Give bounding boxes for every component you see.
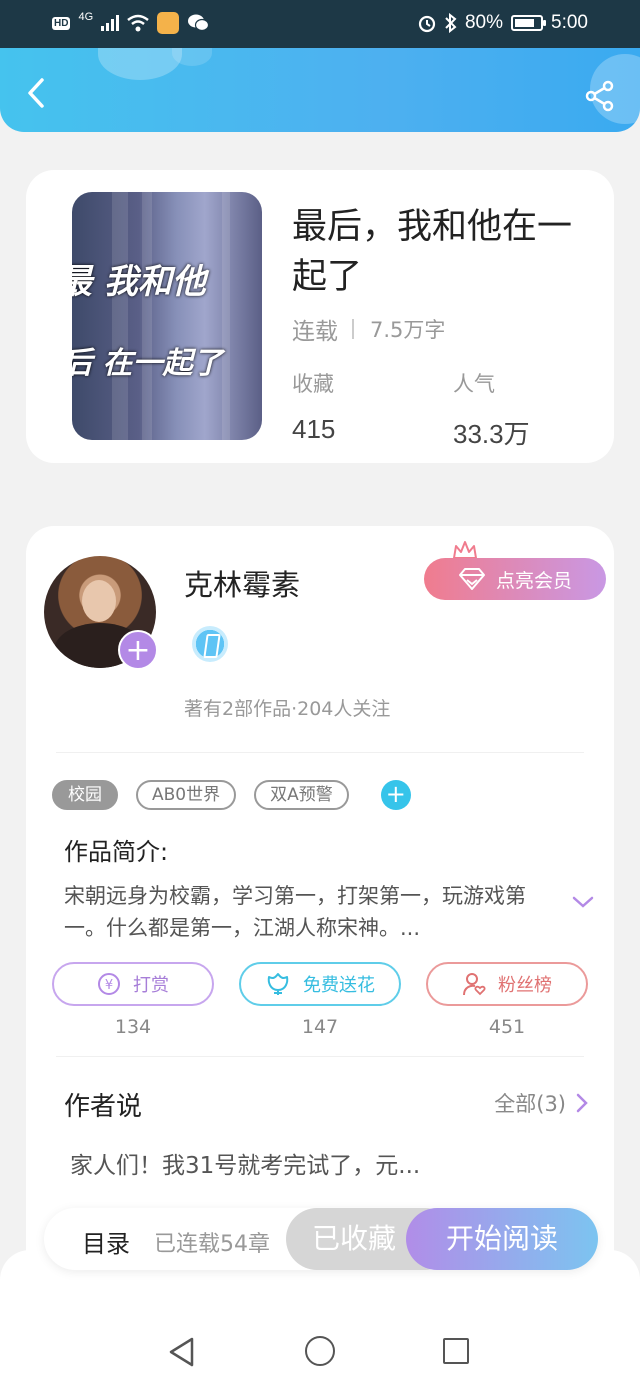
coin-icon: ¥ bbox=[98, 973, 120, 995]
signal-icon bbox=[101, 15, 120, 31]
chevron-right-icon bbox=[576, 1093, 588, 1113]
crown-icon bbox=[453, 541, 477, 559]
author-level-badge-icon bbox=[192, 626, 228, 662]
top-header bbox=[0, 48, 640, 132]
cover-title-line-1: 最 我和他 bbox=[72, 262, 206, 302]
popularity-label: 人气 bbox=[453, 372, 495, 396]
start-reading-button[interactable]: 开始阅读 bbox=[406, 1208, 598, 1270]
follow-author-button[interactable]: + bbox=[118, 630, 158, 670]
author-says-text[interactable]: 家人们！我31号就考完试了，元... bbox=[70, 1146, 420, 1180]
share-button[interactable] bbox=[584, 80, 616, 112]
book-status: 连载 bbox=[292, 319, 338, 345]
diamond-icon bbox=[458, 568, 485, 590]
divider bbox=[56, 752, 584, 753]
add-tag-button[interactable]: + bbox=[380, 780, 411, 810]
nav-home-circle-icon[interactable] bbox=[305, 1336, 335, 1366]
toc-button[interactable]: 目录 bbox=[82, 1224, 130, 1259]
free-flower-label: 免费送花 bbox=[303, 975, 375, 996]
book-meta: 连载 7.5万字 bbox=[292, 312, 445, 346]
intro-title: 作品简介: bbox=[64, 838, 169, 866]
flower-count: 147 bbox=[301, 1016, 339, 1038]
serial-chapters: 已连载54章 bbox=[154, 1232, 270, 1257]
free-flower-button[interactable]: 免费送花 bbox=[239, 962, 401, 1006]
cover-curtain bbox=[142, 192, 152, 440]
battery-fill bbox=[515, 19, 535, 27]
status-left: HD 4G bbox=[52, 11, 210, 34]
fans-ranking-button[interactable]: 粉丝榜 bbox=[426, 962, 588, 1006]
svg-text:¥: ¥ bbox=[105, 978, 113, 993]
favorites-stat: 收藏 415 bbox=[292, 368, 335, 445]
app-notification-icon bbox=[157, 12, 180, 34]
reward-label: 打赏 bbox=[133, 975, 169, 996]
status-bar: HD 4G 80% 5:00 bbox=[0, 0, 640, 48]
reward-count: 134 bbox=[114, 1016, 152, 1038]
author-says-all-link[interactable]: 全部(3) bbox=[494, 1088, 588, 1118]
author-name[interactable]: 克林霉素 bbox=[184, 562, 300, 604]
tag-item[interactable]: 双A预警 bbox=[254, 780, 349, 810]
fans-ranking-label: 粉丝榜 bbox=[498, 975, 552, 996]
vip-button-label: 点亮会员 bbox=[495, 569, 572, 592]
battery-percent: 80% bbox=[464, 12, 504, 33]
divider bbox=[56, 1056, 584, 1057]
flower-icon bbox=[267, 973, 289, 995]
favorites-value: 415 bbox=[292, 414, 336, 444]
fan-user-icon bbox=[463, 973, 486, 996]
meta-divider bbox=[352, 319, 354, 339]
tag-item[interactable]: 校园 bbox=[52, 780, 118, 810]
cover-curtain bbox=[112, 192, 128, 440]
wifi-icon bbox=[127, 14, 149, 32]
popularity-value: 33.3万 bbox=[453, 419, 530, 449]
wechat-icon bbox=[188, 14, 210, 32]
bottom-action-bar: 目录 已连载54章 已收藏 开始阅读 bbox=[44, 1208, 598, 1270]
book-cover[interactable]: 最 我和他 后 在一起了 bbox=[72, 192, 262, 440]
tag-item[interactable]: AB0世界 bbox=[136, 780, 237, 810]
system-nav-bar bbox=[0, 1300, 640, 1387]
clock: 5:00 bbox=[551, 12, 588, 33]
book-word-count: 7.5万字 bbox=[370, 318, 446, 342]
book-title: 最后，我和他在一起了 bbox=[292, 207, 573, 297]
avatar-face bbox=[82, 580, 116, 622]
hd-icon: HD bbox=[52, 16, 71, 30]
battery-icon bbox=[511, 15, 547, 31]
nav-back-triangle-icon[interactable] bbox=[168, 1336, 196, 1368]
author-meta: 著有2部作品·204人关注 bbox=[184, 698, 391, 720]
reward-button[interactable]: ¥ 打赏 bbox=[52, 962, 214, 1006]
author-says-title: 作者说 bbox=[64, 1092, 143, 1122]
alarm-icon bbox=[418, 15, 436, 33]
decor-bubble bbox=[98, 48, 182, 80]
popularity-stat: 人气 33.3万 bbox=[453, 368, 530, 451]
nav-recent-square-icon[interactable] bbox=[443, 1338, 469, 1364]
expand-chevron-icon[interactable] bbox=[570, 892, 596, 912]
favorites-label: 收藏 bbox=[292, 372, 334, 396]
intro-text: 宋朝远身为校霸，学习第一，打架第一，玩游戏第一。什么都是第一，江湖人称宋神。..… bbox=[64, 884, 526, 940]
cover-curtain bbox=[222, 192, 230, 440]
network-type: 4G bbox=[78, 11, 94, 23]
fans-count: 451 bbox=[488, 1016, 526, 1038]
book-info-card: 最 我和他 后 在一起了 最后，我和他在一起了 连载 7.5万字 收藏 415 … bbox=[26, 170, 614, 463]
cover-title-line-2: 后 在一起了 bbox=[72, 346, 223, 381]
status-right: 80% 5:00 bbox=[417, 12, 588, 34]
tag-list: 校园 AB0世界 双A预警 + bbox=[52, 780, 411, 810]
author-says-all-label: 全部(3) bbox=[494, 1092, 566, 1116]
bluetooth-icon bbox=[445, 13, 457, 33]
back-button[interactable] bbox=[22, 76, 52, 110]
vip-button[interactable]: 点亮会员 bbox=[424, 558, 606, 600]
